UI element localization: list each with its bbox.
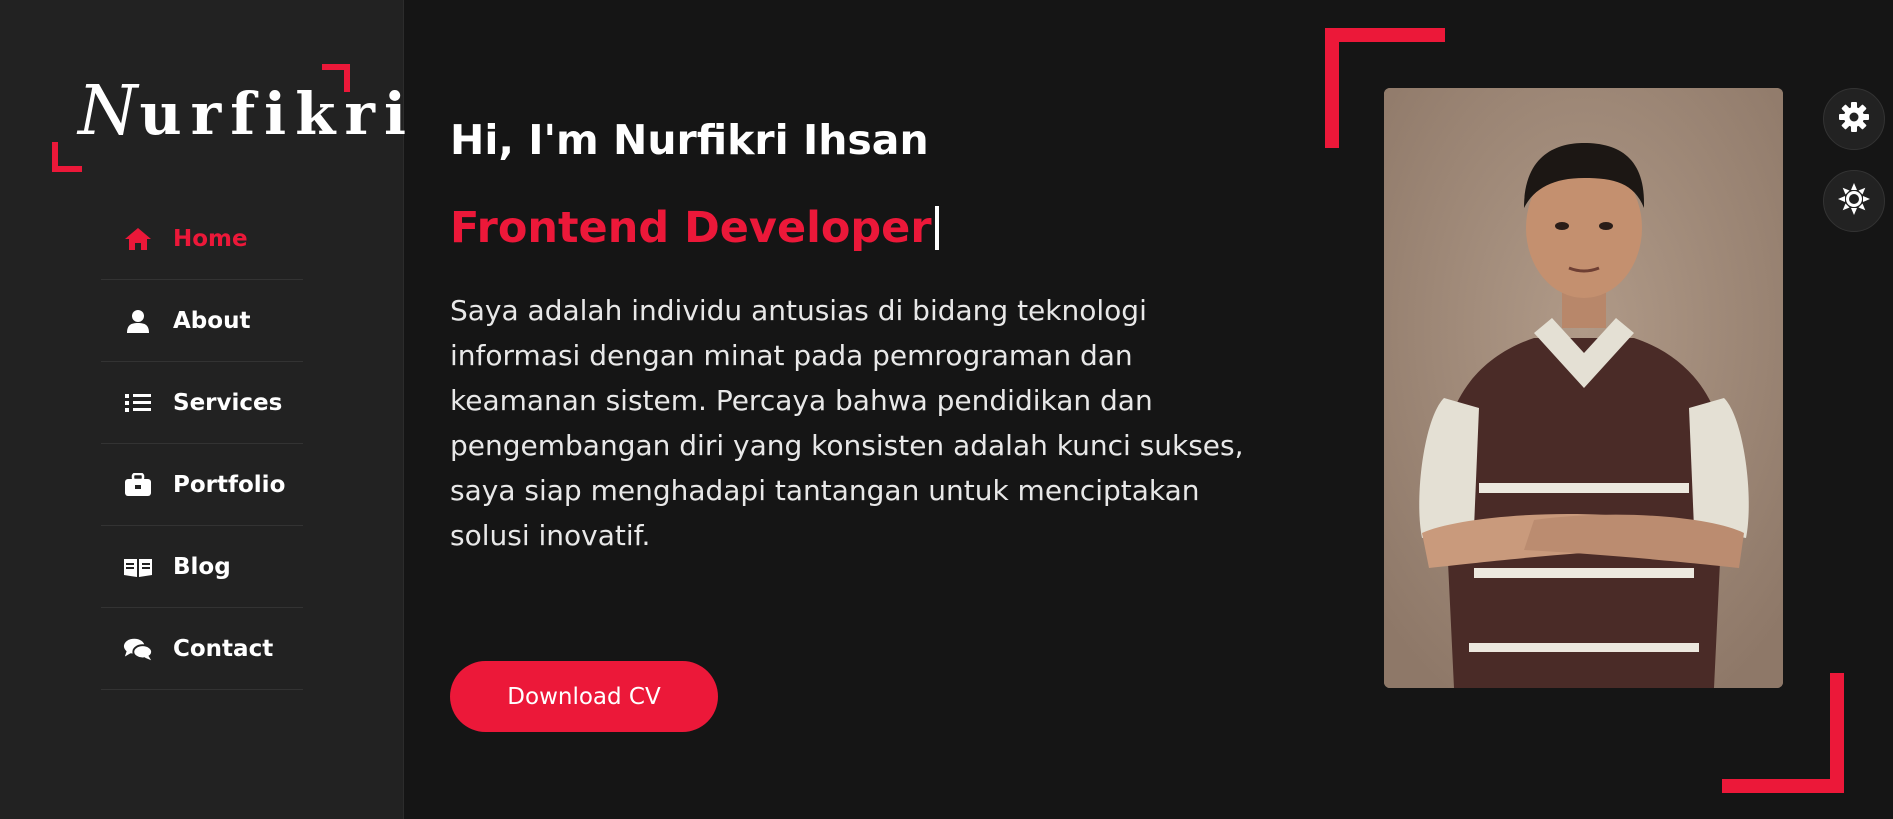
profile-photo <box>1384 88 1783 688</box>
nav-item-home[interactable]: Home <box>101 198 303 280</box>
logo[interactable]: Nurfikri <box>52 64 406 174</box>
sun-icon <box>1837 182 1871 220</box>
theme-toggle[interactable] <box>1823 170 1885 232</box>
logo-text: Nurfikri <box>78 72 415 151</box>
download-cv-button[interactable]: Download CV <box>450 661 718 732</box>
hero-role-text: Frontend Developer <box>450 203 932 253</box>
nav-item-label: Home <box>173 225 248 252</box>
list-icon <box>123 391 153 415</box>
nav-item-blog[interactable]: Blog <box>101 526 303 608</box>
user-icon <box>123 309 153 333</box>
nav-item-label: Portfolio <box>173 471 286 498</box>
hero-role: Frontend Developer <box>450 203 939 253</box>
hero-description: Saya adalah individu antusias di bidang … <box>450 294 1244 552</box>
book-icon <box>123 555 153 579</box>
hero-greeting: Hi, I'm Nurfikri Ihsan <box>450 116 929 164</box>
nav-item-services[interactable]: Services <box>101 362 303 444</box>
home-icon <box>123 227 153 251</box>
nav-item-label: Services <box>173 389 283 416</box>
photo-frame-corner <box>1722 673 1844 793</box>
gear-icon <box>1837 100 1871 138</box>
nav-item-label: About <box>173 307 251 334</box>
nav-item-portfolio[interactable]: Portfolio <box>101 444 303 526</box>
sidebar: Nurfikri Home About Services Portfolio B… <box>0 0 406 819</box>
nav-item-label: Contact <box>173 635 274 662</box>
nav-item-about[interactable]: About <box>101 280 303 362</box>
nav-menu: Home About Services Portfolio Blog Conta… <box>101 198 303 690</box>
typing-cursor <box>934 206 939 250</box>
comments-icon <box>123 637 153 661</box>
briefcase-icon <box>123 472 153 497</box>
nav-item-label: Blog <box>173 553 231 580</box>
settings-toggle[interactable] <box>1823 88 1885 150</box>
nav-item-contact[interactable]: Contact <box>101 608 303 690</box>
